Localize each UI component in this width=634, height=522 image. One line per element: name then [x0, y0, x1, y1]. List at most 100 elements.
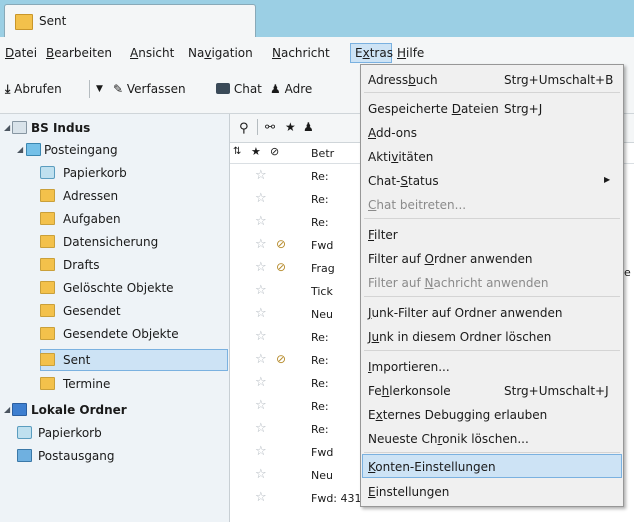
menu-item-aktivitaeten[interactable]: Aktivitäten: [368, 150, 433, 164]
folder-papierkorb[interactable]: Papierkorb: [0, 162, 229, 185]
star-icon[interactable]: ☆: [255, 444, 267, 459]
pin-filter-icon[interactable]: ⚲: [239, 121, 249, 136]
menu-nachricht[interactable]: Nachricht: [272, 46, 330, 60]
menu-hilfe[interactable]: Hilfe: [397, 46, 424, 60]
menu-item-chronik[interactable]: Neueste Chronik löschen...: [368, 432, 529, 446]
folder-label: Drafts: [63, 258, 100, 272]
attachment-icon: ⊘: [276, 352, 287, 366]
menu-item-konten-einstellungen[interactable]: Konten-Einstellungen: [368, 460, 496, 474]
menu-item-fehlerkonsole[interactable]: Fehlerkonsole: [368, 384, 451, 398]
star-icon[interactable]: ☆: [255, 214, 267, 229]
message-subject: Neu: [311, 308, 333, 321]
message-subject: Re:: [311, 423, 329, 436]
collapse-icon[interactable]: ◢: [4, 123, 10, 132]
menu-item-junk-loeschen[interactable]: Junk in diesem Ordner löschen: [368, 330, 551, 344]
folder-icon: [40, 189, 55, 202]
collapse-icon[interactable]: ◢: [4, 405, 10, 414]
folder-label: Gesendete Objekte: [63, 327, 179, 341]
tab-sent[interactable]: Sent: [4, 4, 256, 38]
menu-extras[interactable]: Extras: [355, 46, 393, 60]
folder-local-papierkorb[interactable]: Papierkorb: [0, 422, 229, 445]
menu-item-importieren[interactable]: Importieren...: [368, 360, 450, 374]
tab-label: Sent: [39, 14, 67, 28]
star-icon[interactable]: ☆: [255, 375, 267, 390]
folder-postausgang[interactable]: Postausgang: [0, 445, 229, 468]
star-icon[interactable]: ☆: [255, 467, 267, 482]
message-subject: Re:: [311, 400, 329, 413]
star-icon[interactable]: ☆: [255, 191, 267, 206]
menu-item-filter-ordner[interactable]: Filter auf Ordner anwenden: [368, 252, 532, 266]
folder-sent[interactable]: Sent: [0, 349, 229, 372]
menu-item-adressbuch[interactable]: Adressbuch: [368, 73, 438, 87]
folder-account-bs-indus[interactable]: ◢ BS Indus: [0, 117, 229, 140]
folder-icon: [40, 235, 55, 248]
folder-label: Gesendet: [63, 304, 121, 318]
menu-item-chat-beitreten[interactable]: Chat beitreten...: [368, 198, 466, 212]
subject-column-header[interactable]: Betr: [311, 147, 334, 160]
folder-gesendete-objekte[interactable]: Gesendete Objekte: [0, 323, 229, 346]
folder-drafts[interactable]: Drafts: [0, 254, 229, 277]
folder-termine[interactable]: Termine: [0, 373, 229, 396]
menu-item-junk-ordner[interactable]: Junk-Filter auf Ordner anwenden: [368, 306, 562, 320]
folder-gelöschte-objekte[interactable]: Gelöschte Objekte: [0, 277, 229, 300]
address-book-button[interactable]: ♟ Adre: [270, 82, 312, 96]
folder-icon: [40, 258, 55, 271]
star-icon[interactable]: ☆: [255, 490, 267, 505]
folder-icon: [40, 281, 55, 294]
star-icon[interactable]: ☆: [255, 421, 267, 436]
folder-gesendet[interactable]: Gesendet: [0, 300, 229, 323]
message-subject: Fwd: [311, 446, 334, 459]
chat-button[interactable]: Chat: [216, 82, 262, 96]
folder-adressen[interactable]: Adressen: [0, 185, 229, 208]
menu-item-gespeicherte-dateien[interactable]: Gespeicherte Dateien: [368, 102, 499, 116]
compose-button[interactable]: ✎ Verfassen: [113, 82, 186, 96]
starred-filter-icon[interactable]: ★: [285, 120, 296, 134]
star-icon[interactable]: ☆: [255, 260, 267, 275]
menu-datei[interactable]: Datei: [5, 46, 37, 60]
menu-item-chat-status[interactable]: Chat-Status: [368, 174, 439, 188]
message-subject: Frag: [311, 262, 335, 275]
unread-filter-icon[interactable]: ⚯: [265, 120, 275, 134]
folder-icon: [40, 353, 55, 366]
star-icon[interactable]: ☆: [255, 329, 267, 344]
menu-bearbeiten[interactable]: Bearbeiten: [46, 46, 112, 60]
menu-item-einstellungen[interactable]: Einstellungen: [368, 485, 449, 499]
menu-navigation[interactable]: Navigation: [188, 46, 253, 60]
attachment-column-icon[interactable]: ⊘: [270, 145, 279, 158]
attachment-icon: ⊘: [276, 237, 287, 251]
menu-ansicht[interactable]: Ansicht: [130, 46, 174, 60]
message-subject: Re:: [311, 170, 329, 183]
collapse-icon[interactable]: ◢: [17, 145, 23, 154]
star-column-icon[interactable]: ★: [251, 145, 261, 158]
contact-filter-icon[interactable]: ♟: [303, 120, 314, 134]
folder-aufgaben[interactable]: Aufgaben: [0, 208, 229, 231]
shortcut-adressbuch: Strg+Umschalt+B: [504, 73, 614, 87]
download-icon: ⤓: [5, 82, 11, 96]
folder-lokale-ordner[interactable]: ◢ Lokale Ordner: [0, 399, 229, 422]
star-icon[interactable]: ☆: [255, 398, 267, 413]
inbox-icon: [26, 143, 41, 156]
star-icon[interactable]: ☆: [255, 237, 267, 252]
folder-label: Gelöschte Objekte: [63, 281, 174, 295]
folder-datensicherung[interactable]: Datensicherung: [0, 231, 229, 254]
message-subject: Re:: [311, 377, 329, 390]
star-icon[interactable]: ☆: [255, 283, 267, 298]
folder-posteingang[interactable]: ◢ Posteingang: [0, 139, 229, 162]
filter-separator: [257, 119, 258, 135]
trash-icon: [17, 426, 32, 439]
menu-item-filter-nachricht[interactable]: Filter auf Nachricht anwenden: [368, 276, 548, 290]
folder-label: Papierkorb: [63, 166, 127, 180]
folder-label: Termine: [63, 377, 111, 391]
thread-column-icon[interactable]: ⇅: [233, 146, 241, 157]
get-mail-button[interactable]: ⤓ Abrufen: [5, 82, 62, 97]
menu-item-filter[interactable]: Filter: [368, 228, 398, 242]
menu-item-addons[interactable]: Add-ons: [368, 126, 417, 140]
folder-label: Datensicherung: [63, 235, 159, 249]
star-icon[interactable]: ☆: [255, 352, 267, 367]
menu-item-debugging[interactable]: Externes Debugging erlauben: [368, 408, 547, 422]
star-icon[interactable]: ☆: [255, 306, 267, 321]
local-folders-icon: [12, 403, 27, 416]
folder-label: Postausgang: [38, 449, 115, 463]
get-mail-dropdown-icon[interactable]: ▼: [96, 84, 103, 94]
star-icon[interactable]: ☆: [255, 168, 267, 183]
